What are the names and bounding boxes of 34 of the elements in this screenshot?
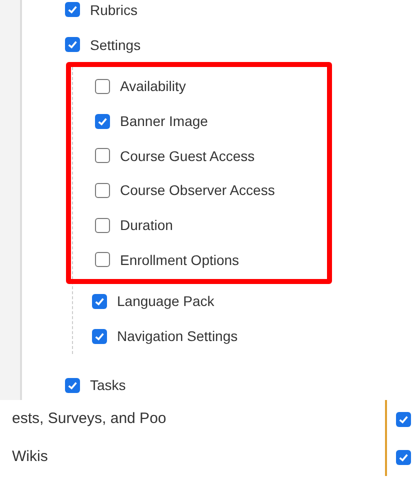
checkbox[interactable]: [65, 2, 80, 17]
checkbox[interactable]: [65, 378, 80, 392]
check-icon: [67, 4, 78, 15]
checkbox[interactable]: [95, 182, 110, 198]
check-icon: [67, 39, 78, 50]
checkbox-label: Banner Image: [120, 112, 208, 130]
row-label: ests, Surveys, and Poo: [11, 408, 168, 429]
checkbox[interactable]: [65, 37, 80, 52]
check-icon: [398, 414, 409, 424]
checkbox-label: Tasks: [90, 376, 126, 394]
check-icon: [67, 380, 78, 390]
checkbox-label: Navigation Settings: [117, 327, 238, 346]
checkbox-label: Language Pack: [117, 292, 214, 310]
checkbox-label: Rubrics: [90, 0, 138, 18]
checkbox-label: Course Guest Access: [120, 146, 255, 165]
checkbox[interactable]: [95, 148, 110, 164]
checkbox[interactable]: [95, 114, 110, 129]
check-icon: [94, 296, 105, 307]
checkbox-label: Course Observer Access: [120, 181, 275, 200]
checkbox-label: Duration: [120, 216, 173, 234]
checkbox[interactable]: [92, 328, 107, 344]
checkbox[interactable]: [396, 450, 411, 464]
checkbox[interactable]: [92, 294, 107, 309]
check-icon: [97, 116, 108, 127]
checkbox-label: Availability: [120, 77, 186, 96]
checkbox-label: Enrollment Options: [120, 250, 240, 269]
row-label: Wikis: [11, 446, 49, 467]
checkbox[interactable]: [95, 78, 110, 94]
check-icon: [398, 452, 409, 462]
checkbox[interactable]: [95, 252, 110, 268]
checkbox-label: Settings: [90, 36, 141, 54]
check-icon: [94, 330, 105, 342]
checkbox[interactable]: [95, 218, 110, 233]
checkbox[interactable]: [396, 412, 411, 426]
